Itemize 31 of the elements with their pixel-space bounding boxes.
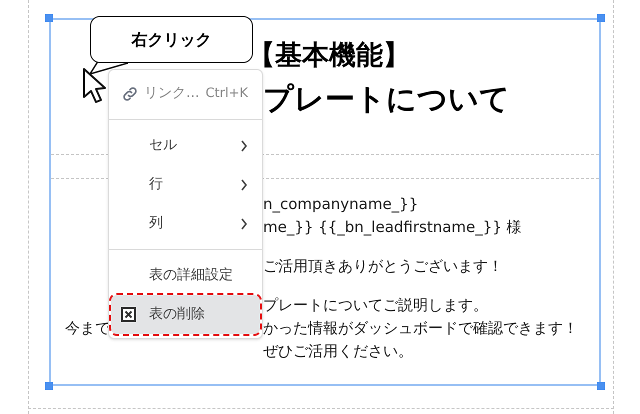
body-text: n_companyname_}} [263,194,418,216]
menu-item[interactable]: 表の詳細設定 [111,256,260,295]
menu-item-label: 表の詳細設定 [149,266,234,285]
chevron-right-icon [240,140,248,152]
menu-item-label: リンク... [144,84,200,103]
title-line: プレートについて [262,81,511,119]
resize-handle[interactable] [45,382,53,390]
body-text: ご活用頂きありがとうございます！ [263,256,503,278]
menu-item[interactable]: セル [111,126,260,165]
menu-item[interactable]: 表の削除 [111,295,260,334]
body-text: me_}} {{_bn_leadfirstname_}} 様 [263,217,522,238]
callout-label: 右クリック [132,28,212,50]
menu-item[interactable]: 行 [111,165,260,204]
chevron-right-icon [240,218,248,230]
menu-item[interactable]: 列 [111,204,260,243]
cursor-icon [82,67,108,105]
menu-item-label: 表の削除 [149,305,206,324]
resize-handle[interactable] [597,382,605,390]
body-text: かった情報がダッシュボードで確認できます！ [263,318,578,340]
shortcut-label: Ctrl+K [205,84,248,103]
resize-handle[interactable] [597,14,605,22]
body-text: プレートについてご説明します。 [263,295,488,316]
menu-item-label: 行 [149,175,164,194]
table-delete-icon [121,307,136,322]
title-line: 【基本機能】 [248,39,411,73]
body-text: ぜひご活用ください。 [263,341,413,362]
resize-handle[interactable] [45,14,53,22]
menu-item-label: 列 [149,214,164,233]
chevron-right-icon [240,178,248,190]
menu-item-label: セル [149,136,178,155]
link-icon [121,84,139,102]
